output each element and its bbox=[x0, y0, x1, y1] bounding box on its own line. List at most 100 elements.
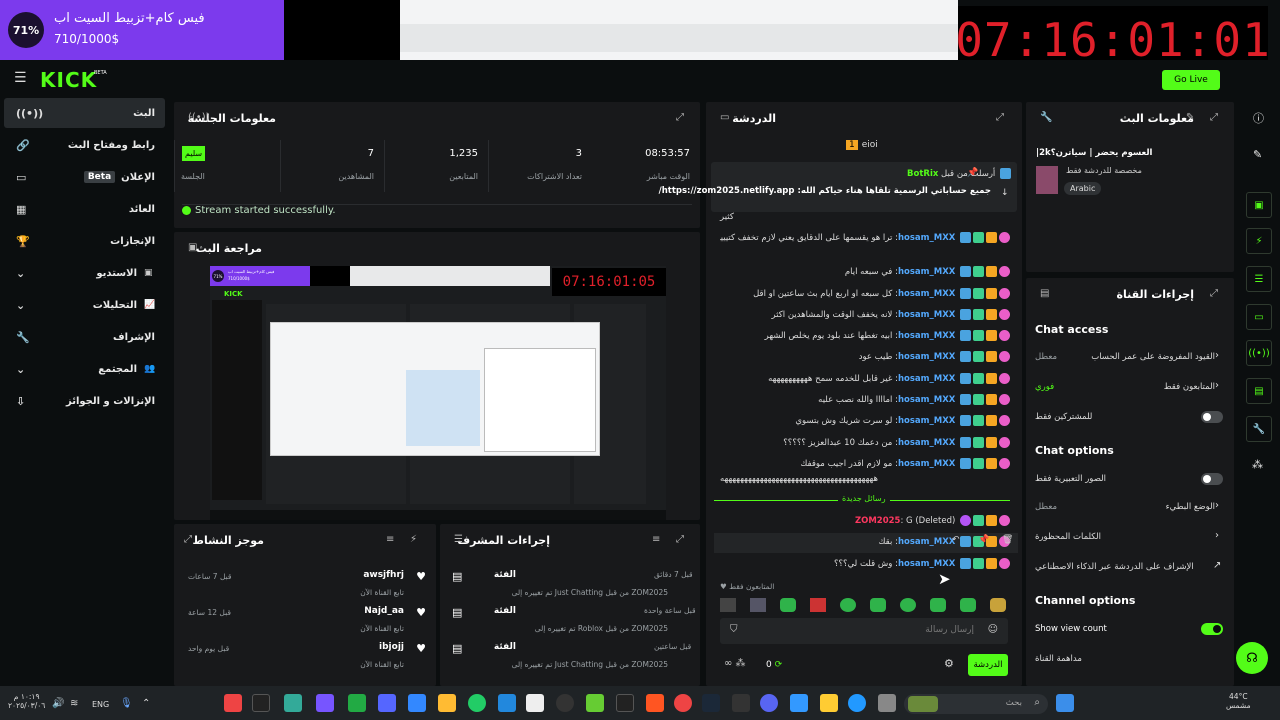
collapse-icon[interactable]: ↓ bbox=[1001, 188, 1009, 198]
expand-icon[interactable]: ⤢ bbox=[676, 112, 684, 123]
setting-subscribers-only[interactable]: للمشتركين فقط bbox=[1035, 408, 1225, 428]
speaker-icon[interactable]: 🔊 bbox=[52, 698, 64, 709]
category-icon: ▤ bbox=[452, 642, 463, 655]
reply-icon[interactable]: ↶ bbox=[952, 535, 960, 545]
expand-icon[interactable]: ⤢ bbox=[184, 534, 192, 545]
ad-icon: ▭ bbox=[16, 170, 27, 184]
chat-input[interactable]: ⛉ إرسال رسالة ☺ bbox=[720, 618, 1008, 644]
sidebar-item-drops[interactable]: ⇩ الإنزالات و الجوائز bbox=[4, 386, 165, 416]
sidebar-item-stream-key[interactable]: 🔗 رابط ومفتاح البث bbox=[4, 130, 165, 160]
chat-settings-icon[interactable]: ⚙ bbox=[944, 657, 954, 670]
toggle[interactable] bbox=[1201, 473, 1223, 485]
whatsapp-icon[interactable] bbox=[468, 694, 486, 712]
live-icon[interactable]: ((•)) bbox=[1246, 340, 1272, 366]
setting-host[interactable]: مداهمة القناة bbox=[1035, 650, 1225, 670]
chrome-icon[interactable] bbox=[224, 694, 242, 712]
setting-banned-words[interactable]: الكلمات المحظورة › bbox=[1035, 528, 1225, 548]
delete-icon[interactable]: 🗑 bbox=[1002, 535, 1013, 545]
wifi-icon[interactable]: ≋ bbox=[70, 698, 78, 709]
filter-icon[interactable]: ≡ bbox=[652, 534, 660, 545]
toggle[interactable] bbox=[1201, 623, 1223, 635]
followers-only-notice: ♥ المتابعون فقط bbox=[720, 582, 775, 591]
list-icon[interactable]: ☰ bbox=[1246, 266, 1272, 292]
go-live-button[interactable]: Go Live bbox=[1162, 70, 1220, 90]
support-icon[interactable]: ☊ bbox=[1236, 642, 1268, 674]
sidebar-item-stream[interactable]: ((•)) البث bbox=[4, 98, 165, 128]
points-count: 0 ⟳ bbox=[766, 660, 783, 670]
wrench-icon[interactable]: 🔧 bbox=[1246, 416, 1272, 442]
setting-slow-mode[interactable]: معطل الوضع البطيء › bbox=[1035, 498, 1225, 518]
preview-toggle-icon[interactable]: ▣ bbox=[1246, 192, 1272, 218]
brave-icon[interactable] bbox=[646, 694, 664, 712]
sidebar-item-analytics[interactable]: ⌄ 📈 التحليلات bbox=[4, 290, 165, 320]
infinity-icon[interactable]: ∞ ⁂ bbox=[724, 658, 746, 669]
stream-preview[interactable]: 71% فيس كام+تزبيط السيت اب 710/1000$ 07:… bbox=[210, 266, 666, 520]
expand-icon[interactable]: ⤢ bbox=[996, 112, 1004, 123]
edit-icon[interactable]: ✎ bbox=[1253, 148, 1262, 161]
folder-icon[interactable] bbox=[820, 694, 838, 712]
sidebar-item-revenue[interactable]: ▦ العائد bbox=[4, 194, 165, 224]
taskbar-search[interactable]: بحث ⌕ bbox=[904, 694, 1048, 714]
info-icon[interactable]: ⓘ bbox=[1253, 110, 1264, 126]
app-icon[interactable] bbox=[348, 694, 366, 712]
bolt-icon[interactable]: ⚡ bbox=[1246, 228, 1272, 254]
sidebar-item-community[interactable]: ⌄ 👥 المجتمع bbox=[4, 354, 165, 384]
epic-games-icon[interactable] bbox=[616, 694, 634, 712]
pin-icon[interactable]: 📌 bbox=[967, 168, 978, 178]
sidebar-item-moderation[interactable]: 🔧 الإشراف bbox=[4, 322, 165, 352]
chevron-up-icon[interactable]: ⌃ bbox=[142, 698, 150, 709]
app-icon[interactable] bbox=[316, 694, 334, 712]
edge-icon[interactable] bbox=[848, 694, 866, 712]
app-icon[interactable] bbox=[732, 694, 750, 712]
pin-icon[interactable]: 📌 bbox=[978, 535, 989, 545]
expand-icon[interactable]: ⤢ bbox=[1210, 112, 1218, 123]
app-icon[interactable] bbox=[878, 694, 896, 712]
send-chat-button[interactable]: الدردشة bbox=[968, 654, 1008, 676]
mic-icon[interactable]: 🎙 bbox=[120, 698, 133, 709]
wrench-icon: 🔧 bbox=[1040, 112, 1053, 123]
menu-icon[interactable]: ☰ bbox=[14, 70, 27, 86]
expand-icon[interactable]: ⤢ bbox=[676, 534, 684, 545]
chat-title: الدردشة bbox=[732, 112, 776, 125]
channel-icon[interactable]: ▤ bbox=[1246, 378, 1272, 404]
setting-account-age[interactable]: معطل القيود المفروضة على عمر الحساب › bbox=[1035, 348, 1225, 368]
category-icon: ▤ bbox=[452, 570, 463, 583]
discord-icon[interactable] bbox=[760, 694, 778, 712]
kick-logo[interactable]: KICK bbox=[40, 68, 97, 92]
setting-ai-moderation[interactable]: الإشراف على الدردشة عبر الذكاء الاصطناعي… bbox=[1035, 558, 1225, 578]
toggle[interactable] bbox=[1201, 411, 1223, 423]
sidebar-item-studio[interactable]: ⌄ ▣ الاستديو bbox=[4, 258, 165, 288]
chevron-right-icon: › bbox=[1215, 500, 1219, 511]
edit-icon[interactable]: ✎ bbox=[1186, 112, 1194, 123]
app-icon[interactable] bbox=[378, 694, 396, 712]
setting-emotes-only[interactable]: الصور التعبيرية فقط bbox=[1035, 470, 1225, 490]
setting-followers-only[interactable]: فوري المتابعون فقط › bbox=[1035, 378, 1225, 398]
apps-icon[interactable]: ⁂ bbox=[1252, 458, 1263, 471]
app-icon[interactable] bbox=[284, 694, 302, 712]
capcut-icon[interactable] bbox=[526, 694, 544, 712]
chrome-icon[interactable] bbox=[674, 694, 692, 712]
app-icon[interactable] bbox=[556, 694, 574, 712]
preview-overlay: 71% فيس كام+تزبيط السيت اب 710/1000$ bbox=[210, 266, 310, 286]
weather[interactable]: 44°C مشمس bbox=[1226, 692, 1251, 710]
app-icon[interactable] bbox=[408, 694, 426, 712]
nvidia-icon[interactable] bbox=[586, 694, 604, 712]
sidebar-item-ads[interactable]: ▭ Beta الإعلان bbox=[4, 162, 165, 192]
app-icon[interactable] bbox=[790, 694, 808, 712]
app-icon[interactable] bbox=[498, 694, 516, 712]
emote-bar[interactable] bbox=[720, 598, 1010, 614]
epic-games-icon[interactable] bbox=[252, 694, 270, 712]
language-indicator[interactable]: ENG bbox=[92, 700, 109, 709]
check-icon bbox=[182, 205, 191, 215]
expand-icon[interactable]: ⤢ bbox=[1210, 288, 1218, 299]
shield-icon: ⛉ bbox=[730, 624, 738, 635]
filter-icon[interactable]: ≡ bbox=[386, 534, 394, 545]
steam-icon[interactable] bbox=[702, 694, 720, 712]
chat-icon[interactable]: ▭ bbox=[1246, 304, 1272, 330]
emoji-icon[interactable]: ☺ bbox=[988, 624, 998, 635]
community-icon: 👥 bbox=[144, 364, 156, 374]
setting-show-view-count[interactable]: Show view count bbox=[1035, 620, 1225, 640]
sidebar-item-achievements[interactable]: 🏆 الإنجازات bbox=[4, 226, 165, 256]
windows-start-icon[interactable] bbox=[1056, 694, 1074, 712]
app-icon[interactable] bbox=[438, 694, 456, 712]
